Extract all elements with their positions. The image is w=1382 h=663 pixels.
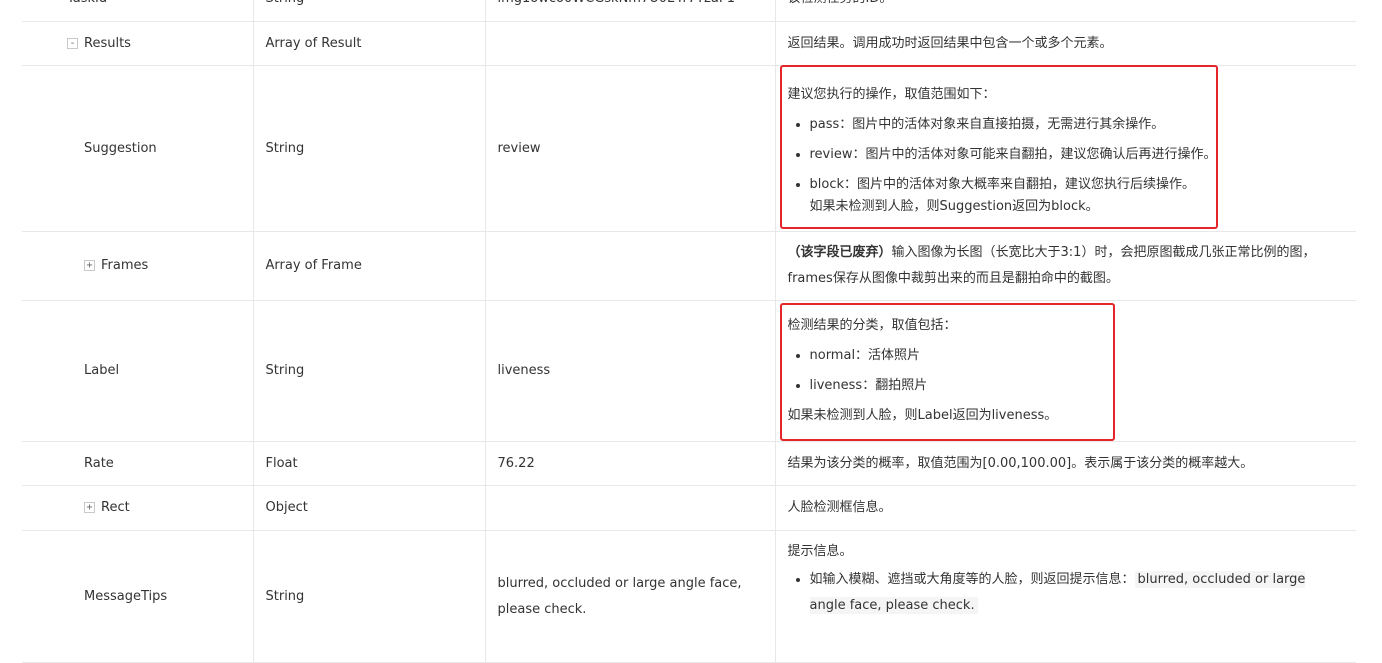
param-desc: 建议您执行的操作，取值范围如下： pass：图片中的活体对象来自直接拍摄，无需进… [775, 65, 1356, 232]
param-desc: （该字段已废弃）输入图像为长图（长宽比大于3:1）时，会把原图截成几张正常比例的… [775, 231, 1356, 301]
param-example: 76.22 [485, 441, 776, 486]
param-desc: 该检测任务的ID。 [775, 0, 1356, 22]
table-row: + Frames Array of Frame （该字段已废弃）输入图像为长图（长… [22, 231, 1356, 301]
table-row: Label String liveness 检测结果的分类，取值包括： norm… [22, 300, 1356, 442]
expand-toggle[interactable]: + [84, 260, 95, 271]
param-type: Array of Result [253, 21, 486, 66]
list-item: 如输入模糊、遮挡或大角度等的人脸，则返回提示信息：blurred, occlud… [809, 567, 1345, 619]
param-desc: 返回结果。调用成功时返回结果中包含一个或多个元素。 [775, 21, 1356, 66]
list-item: review：图片中的活体对象可能来自翻拍，建议您确认后再进行操作。 [810, 140, 1345, 170]
value-list: normal：活体照片 liveness：翻拍照片 [788, 341, 1345, 401]
param-name-label: Frames [101, 258, 149, 273]
param-name: + Frames [22, 231, 254, 301]
response-params-table: TaskId String img1owco0WCGskNm7U0L4r7Yza… [22, 0, 1356, 663]
param-type: String [253, 300, 486, 442]
table-row: MessageTips String blurred, occluded or … [22, 530, 1356, 663]
deprecated-tag: （该字段已废弃） [787, 245, 892, 260]
list-item: pass：图片中的活体对象来自直接拍摄，无需进行其余操作。 [810, 110, 1345, 140]
param-example: img1owco0WCGskNm7U0L4r7YzaP1 [485, 0, 776, 22]
param-name: - Results [22, 21, 254, 66]
param-name: Label [22, 300, 254, 442]
value-list: pass：图片中的活体对象来自直接拍摄，无需进行其余操作。 review：图片中… [788, 110, 1345, 200]
param-desc: 结果为该分类的概率，取值范围为[0.00,100.00]。表示属于该分类的概率越… [775, 441, 1356, 486]
param-desc: 检测结果的分类，取值包括： normal：活体照片 liveness：翻拍照片 … [775, 300, 1356, 442]
param-type: Object [253, 485, 486, 531]
table-row: - Results Array of Result 返回结果。调用成功时返回结果中… [22, 21, 1356, 66]
param-name: TaskId [22, 0, 254, 22]
table-row: Suggestion String review 建议您执行的操作，取值范围如下… [22, 65, 1356, 232]
param-name: Suggestion [22, 65, 254, 232]
param-type: String [253, 530, 486, 663]
table-row: TaskId String img1owco0WCGskNm7U0L4r7Yza… [22, 0, 1356, 22]
list-item: liveness：翻拍照片 [810, 371, 1345, 401]
desc-note: 如果未检测到人脸，则Suggestion返回为block。 [809, 198, 1099, 214]
param-example: blurred, occluded or large angle face, p… [485, 530, 776, 663]
param-type: Array of Frame [253, 231, 486, 301]
param-example: liveness [485, 300, 776, 442]
param-name-label: Rect [101, 500, 130, 515]
param-name: MessageTips [22, 530, 254, 663]
value-list: 如输入模糊、遮挡或大角度等的人脸，则返回提示信息：blurred, occlud… [788, 567, 1345, 619]
param-name-label: Results [84, 35, 131, 51]
param-example [485, 21, 776, 66]
expand-toggle[interactable]: + [84, 502, 95, 513]
param-type: String [253, 65, 486, 232]
param-desc: 人脸检测框信息。 [775, 485, 1356, 531]
list-item: normal：活体照片 [810, 341, 1345, 371]
param-example [485, 231, 776, 301]
param-example: review [485, 65, 776, 232]
desc-intro: 提示信息。 [787, 544, 853, 559]
desc-intro: 建议您执行的操作，取值范围如下： [787, 86, 996, 102]
list-item-text: 如输入模糊、遮挡或大角度等的人脸，则返回提示信息： [809, 572, 1135, 587]
desc-intro: 检测结果的分类，取值包括： [787, 318, 957, 333]
param-desc: 提示信息。 如输入模糊、遮挡或大角度等的人脸，则返回提示信息：blurred, … [775, 530, 1356, 663]
param-name: Rate [22, 441, 254, 486]
table-row: + Rect Object 人脸检测框信息。 [22, 485, 1356, 531]
collapse-toggle[interactable]: - [67, 37, 78, 49]
table-row: Rate Float 76.22 结果为该分类的概率，取值范围为[0.00,10… [22, 441, 1356, 486]
param-type: Float [253, 441, 486, 486]
param-name: + Rect [22, 485, 254, 531]
param-example [485, 485, 776, 531]
desc-note: 如果未检测到人脸，则Label返回为liveness。 [787, 408, 1058, 423]
param-type: String [253, 0, 486, 22]
